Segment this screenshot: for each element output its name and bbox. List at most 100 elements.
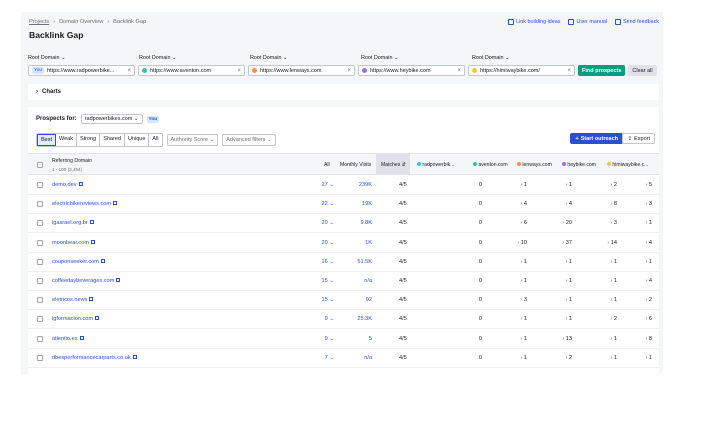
domain-4-value[interactable]: › 3 xyxy=(583,220,617,226)
domain-4-value[interactable]: › 1 xyxy=(583,278,617,284)
monthly-visits-value[interactable]: n/a xyxy=(346,278,372,284)
domain-5-value[interactable]: › 4 xyxy=(618,278,652,284)
clear-all-button[interactable]: Clear all xyxy=(628,65,657,76)
domain-3-value[interactable]: › 4 xyxy=(538,201,572,207)
backlinks-all-link[interactable]: 15 ⌄ xyxy=(298,278,334,284)
send-feedback-link[interactable]: Send feedback xyxy=(615,19,659,25)
domain-2-value[interactable]: › 1 xyxy=(493,278,527,284)
domain-4-value[interactable]: › 1 xyxy=(583,355,617,361)
domain-2-value[interactable]: › 1 xyxy=(493,355,527,361)
domain-4-value[interactable]: › 1 xyxy=(583,259,617,265)
clear-icon[interactable]: × xyxy=(127,68,131,74)
charts-toggle[interactable]: › Charts xyxy=(28,84,659,100)
domain-type-select-2[interactable]: Root Domain ⌄ xyxy=(139,55,250,61)
domain-3-value[interactable]: › 13 xyxy=(538,336,572,342)
link-building-ideas-link[interactable]: Link building ideas xyxy=(508,19,560,25)
domain-2-value[interactable]: › 1 xyxy=(493,182,527,188)
clear-icon[interactable]: × xyxy=(567,68,571,74)
clear-icon[interactable]: × xyxy=(237,68,241,74)
row-checkbox[interactable] xyxy=(37,354,43,361)
select-all-checkbox[interactable] xyxy=(37,162,43,168)
header-matches[interactable]: Matches ⇵ xyxy=(381,162,406,168)
monthly-visits-value[interactable]: 19K xyxy=(346,201,372,207)
referring-domain-link[interactable]: electricbikereviews.com xyxy=(52,201,118,207)
referring-domain-link[interactable]: eletricos.news xyxy=(52,297,94,303)
domain-5-value[interactable]: › 3 xyxy=(618,201,652,207)
user-manual-link[interactable]: User manual xyxy=(568,19,607,25)
header-all[interactable]: All xyxy=(324,162,330,168)
domain-5-value[interactable]: › 4 xyxy=(618,240,652,246)
row-checkbox[interactable] xyxy=(37,316,43,323)
backlinks-all-link[interactable]: 27 ⌄ xyxy=(298,182,334,188)
monthly-visits-value[interactable]: 239K xyxy=(346,182,372,188)
domain-input-1[interactable]: You https://www.radpowerbike... × xyxy=(28,65,135,76)
row-checkbox[interactable] xyxy=(37,220,43,227)
domain-2-value[interactable]: › 1 xyxy=(493,259,527,265)
row-checkbox[interactable] xyxy=(37,239,43,246)
domain-input-4[interactable]: https://www.heybike.com × xyxy=(358,65,465,76)
domain-4-value[interactable]: › 14 xyxy=(583,240,617,246)
domain-type-select-1[interactable]: Root Domain ⌄ xyxy=(28,55,139,61)
header-referring-domain[interactable]: Referring Domain xyxy=(52,158,92,164)
domain-2-value[interactable]: › 6 xyxy=(493,220,527,226)
domain-5-value[interactable]: › 1 xyxy=(618,259,652,265)
domain-4-value[interactable]: › 2 xyxy=(583,182,617,188)
prospects-domain-select[interactable]: radpowerbikes.com ⌄ xyxy=(80,114,143,124)
tab-unique[interactable]: Unique xyxy=(124,134,150,146)
domain-4-value[interactable]: › 8 xyxy=(583,201,617,207)
referring-domain-link[interactable]: atlentio.es xyxy=(52,335,84,342)
domain-input-3[interactable]: https://www.lenways.com × xyxy=(248,65,355,76)
header-domain-2[interactable]: aventon.com xyxy=(473,162,508,168)
monthly-visits-value[interactable]: n/a xyxy=(346,355,372,361)
tab-weak[interactable]: Weak xyxy=(56,134,77,146)
referring-domain-link[interactable]: igasrael.org.br xyxy=(52,220,94,226)
authority-score-filter[interactable]: Authority Score ⌄ xyxy=(166,134,219,146)
domain-2-value[interactable]: › 10 xyxy=(493,240,527,246)
domain-type-select-4[interactable]: Root Domain ⌄ xyxy=(361,55,472,61)
domain-2-value[interactable]: › 3 xyxy=(493,297,527,303)
domain-2-value[interactable]: › 4 xyxy=(493,201,527,207)
header-monthly-visits[interactable]: Monthly Visits xyxy=(340,162,371,168)
header-domain-3[interactable]: lenways.com xyxy=(517,162,552,168)
domain-5-value[interactable]: › 5 xyxy=(618,182,652,188)
clear-icon[interactable]: × xyxy=(457,68,461,74)
backlinks-all-link[interactable]: 20 ⌄ xyxy=(298,240,334,246)
start-outreach-button[interactable]: + Start outreach xyxy=(570,133,623,144)
referring-domain-link[interactable]: dbesperformancecarparts.co.uk xyxy=(52,354,137,361)
backlinks-all-link[interactable]: 22 ⌄ xyxy=(298,201,334,207)
referring-domain-link[interactable]: igformacion.com xyxy=(52,316,100,322)
tab-all[interactable]: All xyxy=(149,134,162,146)
backlinks-all-link[interactable]: 9 ⌄ xyxy=(298,316,334,322)
monthly-visits-value[interactable]: 25.3K xyxy=(346,316,372,322)
export-button[interactable]: ⇪ Export xyxy=(622,133,655,144)
backlinks-all-link[interactable]: 9 ⌄ xyxy=(298,336,334,342)
row-checkbox[interactable] xyxy=(37,297,43,304)
monthly-visits-value[interactable]: 5 xyxy=(346,336,372,342)
domain-3-value[interactable]: › 1 xyxy=(538,182,572,188)
referring-domain-link[interactable]: demo.dev xyxy=(52,182,83,188)
row-checkbox[interactable] xyxy=(37,182,43,188)
domain-5-value[interactable]: › 8 xyxy=(618,336,652,342)
tab-best[interactable]: Best xyxy=(37,134,57,146)
domain-3-value[interactable]: › 1 xyxy=(538,297,572,303)
domain-5-value[interactable]: › 2 xyxy=(618,297,652,303)
advanced-filters-dropdown[interactable]: Advanced filters ⌄ xyxy=(222,134,276,146)
monthly-visits-value[interactable]: 9.8K xyxy=(346,220,372,226)
domain-type-select-5[interactable]: Root Domain ⌄ xyxy=(472,55,583,61)
tab-strong[interactable]: Strong xyxy=(76,134,101,146)
domain-type-select-3[interactable]: Root Domain ⌄ xyxy=(250,55,361,61)
tab-shared[interactable]: Shared xyxy=(100,134,125,146)
row-checkbox[interactable] xyxy=(37,201,43,208)
monthly-visits-value[interactable]: 92 xyxy=(346,297,372,303)
domain-4-value[interactable]: › 1 xyxy=(583,297,617,303)
domain-3-value[interactable]: › 1 xyxy=(538,316,572,322)
breadcrumb-domain-overview[interactable]: Domain Overview xyxy=(59,19,103,25)
domain-5-value[interactable]: › 1 xyxy=(618,355,652,361)
backlinks-all-link[interactable]: 16 ⌄ xyxy=(298,259,334,265)
domain-3-value[interactable]: › 1 xyxy=(538,278,572,284)
monthly-visits-value[interactable]: 51.5K xyxy=(346,259,372,265)
domain-input-5[interactable]: https://himiwaybike.com/ × xyxy=(468,65,575,76)
backlinks-all-link[interactable]: 15 ⌄ xyxy=(298,297,334,303)
find-prospects-button[interactable]: Find prospects xyxy=(578,65,626,76)
backlinks-all-link[interactable]: 20 ⌄ xyxy=(298,220,334,226)
